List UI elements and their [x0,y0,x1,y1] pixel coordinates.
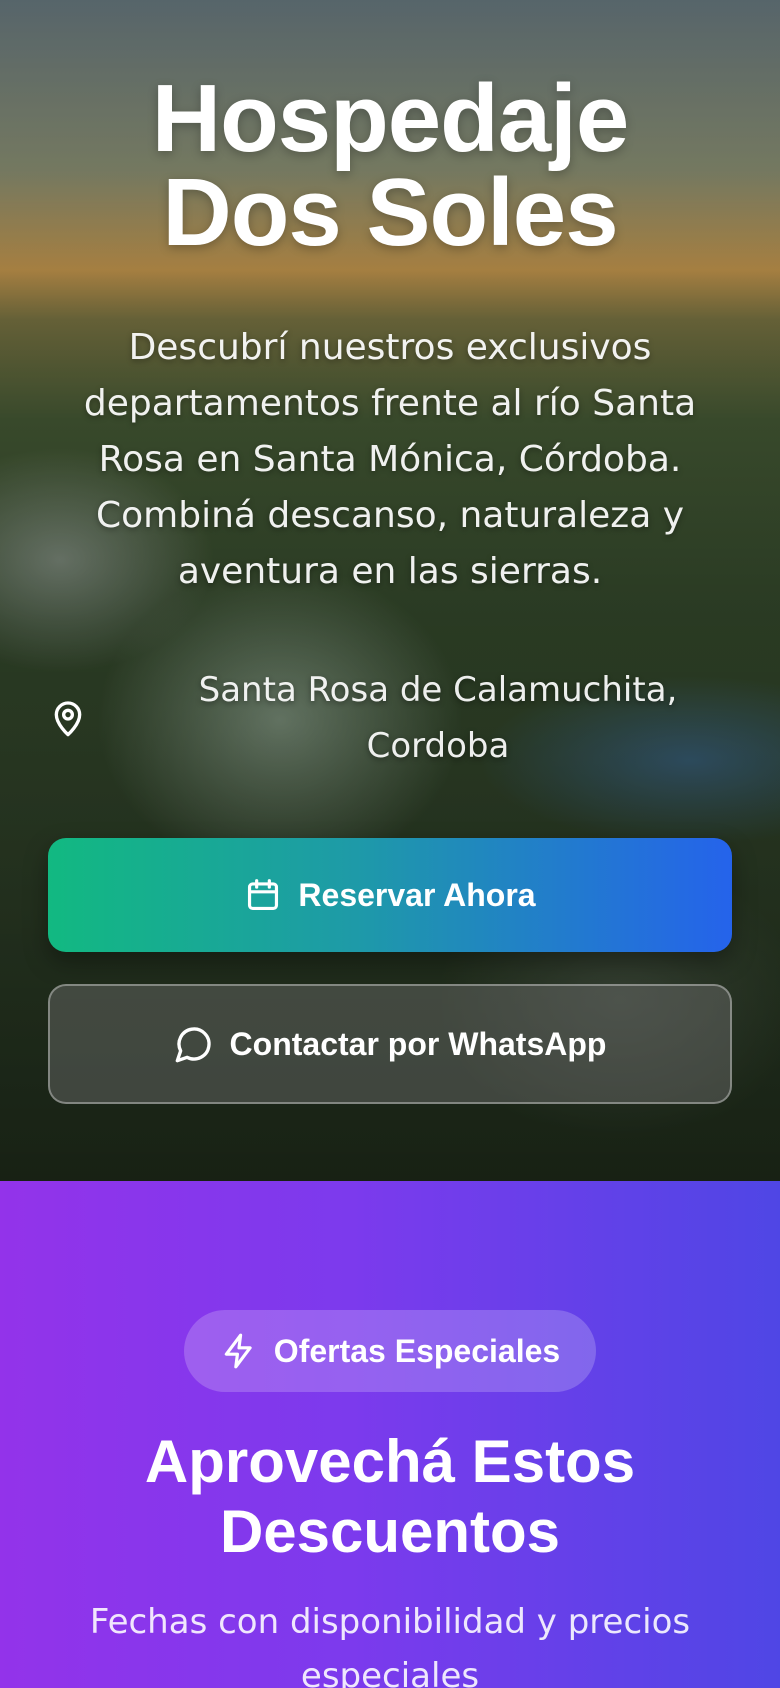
reserve-button[interactable]: Reservar Ahora [48,838,732,952]
hero-description: Descubrí nuestros exclusivos departament… [83,327,697,592]
hero-title-line2: Dos Soles [162,159,618,266]
location-line2: Cordoba [366,726,510,766]
hero-section: Hospedaje Dos Soles Descubrí nuestros ex… [0,0,780,1181]
location-line1: Santa Rosa de Calamuchita, [198,670,678,710]
offers-title-line2: Descuentos [219,1498,561,1565]
whatsapp-button-label: Contactar por WhatsApp [229,1025,607,1062]
offers-badge: Ofertas Especiales [184,1310,596,1392]
hero-title-line1: Hospedaje [151,65,629,172]
calendar-icon [248,879,279,911]
map-pin-icon [54,701,82,737]
offers-section: Ofertas Especiales Aprovechá Estos Descu… [0,1181,780,1688]
offers-subtitle: Fechas con disponibilidad y precios espe… [89,1602,691,1688]
whatsapp-button[interactable]: Contactar por WhatsApp [48,984,732,1104]
location-info: Santa Rosa de Calamuchita, Cordoba [48,662,738,782]
reserve-button-label: Reservar Ahora [298,876,536,913]
offers-badge-label: Ofertas Especiales [273,1332,561,1369]
lightning-icon [224,1333,252,1369]
offers-title-line1: Aprovechá Estos [144,1428,636,1495]
hero-title: Hospedaje Dos Soles [0,65,780,266]
offers-title: Aprovechá Estos Descuentos [0,1427,780,1567]
chat-bubble-icon [175,1027,211,1063]
location-text: Santa Rosa de Calamuchita, Cordoba [138,662,738,774]
